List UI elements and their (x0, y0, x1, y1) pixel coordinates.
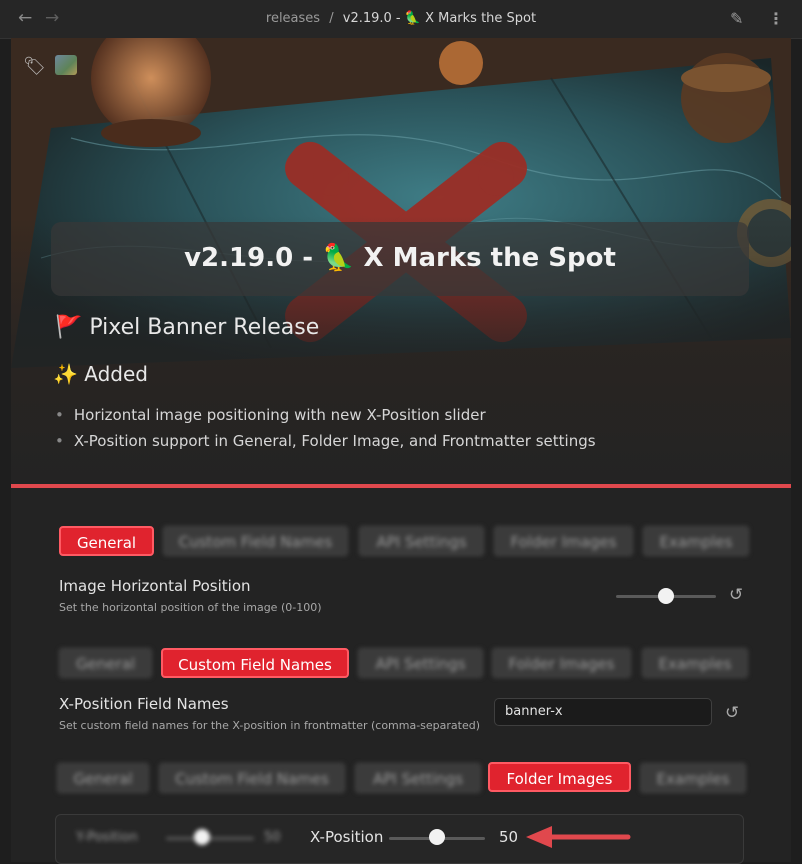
tab-folder-images[interactable]: Folder Images (494, 526, 633, 556)
note-content: 🏷 v2.19.0 - 🦜 X Marks the Spot 🚩 Pixel B… (11, 38, 791, 864)
release-heading: 🚩 Pixel Banner Release (55, 315, 320, 340)
reset-icon[interactable]: ↺ (729, 585, 743, 605)
more-vertical-icon[interactable]: ⋮ (768, 9, 784, 28)
breadcrumb-parent[interactable]: releases (266, 11, 320, 26)
x-position-knob[interactable] (429, 829, 445, 845)
tag-icon[interactable]: 🏷 (23, 56, 46, 77)
x-position-field-names-label: X-Position Field Names (59, 695, 229, 713)
tab-examples[interactable]: Examples (643, 526, 749, 556)
y-position-slider[interactable] (166, 837, 254, 840)
y-position-value: 50 (264, 830, 281, 845)
banner-title: v2.19.0 - 🦜 X Marks the Spot (184, 243, 616, 273)
list-item: X-Position support in General, Folder Im… (55, 432, 596, 450)
pencil-icon[interactable]: ✎ (730, 9, 743, 28)
tab-api-settings[interactable]: API Settings (359, 526, 484, 556)
red-arrow-annotation (526, 826, 631, 848)
tab-api-settings[interactable]: API Settings (355, 763, 481, 793)
tab-examples[interactable]: Examples (642, 648, 748, 678)
banner-title-box: v2.19.0 - 🦜 X Marks the Spot (51, 222, 749, 296)
y-position-knob[interactable] (194, 829, 210, 845)
divider (11, 484, 791, 488)
x-position-label: X-Position (310, 828, 384, 846)
horizontal-position-label: Image Horizontal Position (59, 577, 251, 595)
x-position-field-input[interactable]: banner-x (494, 698, 712, 726)
reset-icon[interactable]: ↺ (725, 703, 739, 723)
breadcrumb-current[interactable]: v2.19.0 - 🦜 X Marks the Spot (343, 11, 536, 26)
added-list: Horizontal image positioning with new X-… (55, 406, 596, 458)
tab-custom-field-names[interactable]: Custom Field Names (159, 763, 345, 793)
x-position-value: 50 (499, 828, 519, 846)
tab-examples[interactable]: Examples (640, 763, 746, 793)
tab-api-settings[interactable]: API Settings (358, 648, 483, 678)
tab-custom-field-names[interactable]: Custom Field Names (161, 648, 349, 678)
top-bar: ← → releases / v2.19.0 - 🦜 X Marks the S… (0, 0, 802, 39)
tab-folder-images[interactable]: Folder Images (488, 762, 631, 792)
horizontal-position-desc: Set the horizontal position of the image… (59, 601, 322, 614)
tab-general[interactable]: General (57, 763, 149, 793)
x-position-field-names-desc: Set custom field names for the X-positio… (59, 719, 481, 732)
tab-custom-field-names[interactable]: Custom Field Names (163, 526, 348, 556)
list-item: Horizontal image positioning with new X-… (55, 406, 596, 424)
tab-general[interactable]: General (59, 526, 154, 556)
tab-general[interactable]: General (59, 648, 152, 678)
y-position-label: Y-Position (76, 830, 138, 845)
added-heading: ✨ Added (53, 362, 148, 386)
image-icon[interactable] (55, 55, 77, 75)
breadcrumb: releases / v2.19.0 - 🦜 X Marks the Spot (265, 11, 537, 26)
slider-knob[interactable] (658, 588, 674, 604)
folder-image-panel: Y-Position 50 X-Position 50 (55, 814, 744, 864)
tab-folder-images[interactable]: Folder Images (492, 648, 631, 678)
